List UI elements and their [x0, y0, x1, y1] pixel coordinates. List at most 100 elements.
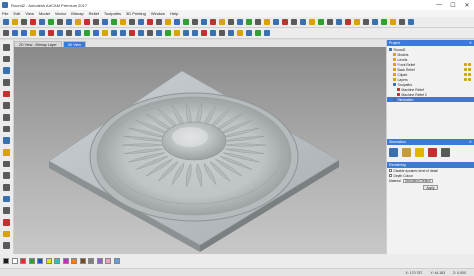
visibility-icon[interactable]: [464, 68, 472, 71]
main-tool-icon[interactable]: [102, 19, 108, 25]
relief-tool-icon[interactable]: [228, 30, 234, 36]
main-tool-icon[interactable]: [327, 19, 333, 25]
main-tool-icon[interactable]: [408, 19, 414, 25]
maximize-button[interactable]: ☐: [446, 0, 460, 10]
relief-tool-icon[interactable]: [264, 30, 270, 36]
main-tool-icon[interactable]: [354, 19, 360, 25]
color-swatch[interactable]: [3, 258, 9, 264]
minimize-button[interactable]: —: [432, 0, 446, 10]
main-tool-icon[interactable]: [57, 19, 63, 25]
drawing-tool-icon[interactable]: [3, 79, 10, 86]
main-tool-icon[interactable]: [255, 19, 261, 25]
color-swatch[interactable]: [62, 258, 69, 264]
main-tool-icon[interactable]: [219, 19, 225, 25]
relief-tool-icon[interactable]: [156, 30, 162, 36]
main-tool-icon[interactable]: [21, 19, 27, 25]
main-tool-icon[interactable]: [291, 19, 297, 25]
color-swatch[interactable]: [88, 258, 94, 264]
main-tool-icon[interactable]: [75, 19, 81, 25]
panel-close-icon[interactable]: ✕: [469, 41, 472, 45]
relief-tool-icon[interactable]: [102, 30, 108, 36]
drawing-tool-icon[interactable]: [3, 90, 10, 98]
main-tool-icon[interactable]: [66, 19, 72, 25]
menu-toolpaths[interactable]: Toolpaths: [104, 11, 121, 16]
color-swatch[interactable]: [20, 258, 26, 264]
relief-tool-icon[interactable]: [219, 30, 225, 36]
sim-material-icon[interactable]: [402, 148, 411, 157]
material-select[interactable]: Simulation Default: [402, 178, 433, 184]
main-tool-icon[interactable]: [237, 19, 243, 25]
sim-export-icon[interactable]: [441, 148, 450, 157]
sim-start-icon[interactable]: [389, 148, 398, 157]
relief-tool-icon[interactable]: [120, 30, 126, 36]
main-tool-icon[interactable]: [210, 19, 216, 25]
drawing-tool-icon[interactable]: [3, 137, 10, 145]
3d-viewport[interactable]: [14, 47, 386, 254]
color-swatch[interactable]: [37, 258, 43, 264]
drawing-tool-icon[interactable]: [3, 160, 10, 168]
color-swatch[interactable]: [79, 258, 86, 264]
lod-checkbox[interactable]: [389, 169, 392, 172]
drawing-tool-icon[interactable]: [3, 55, 10, 63]
menu-edit[interactable]: Edit: [13, 11, 20, 16]
panel-close-icon[interactable]: ✕: [469, 140, 472, 144]
menu-window[interactable]: Window: [151, 11, 165, 16]
main-tool-icon[interactable]: [381, 19, 387, 25]
main-tool-icon[interactable]: [309, 19, 315, 25]
drawing-tool-icon[interactable]: [3, 149, 10, 156]
drawing-tool-icon[interactable]: [3, 195, 10, 203]
main-tool-icon[interactable]: [300, 19, 306, 25]
main-tool-icon[interactable]: [372, 19, 378, 25]
relief-tool-icon[interactable]: [138, 30, 144, 36]
main-tool-icon[interactable]: [363, 19, 369, 25]
menu-vector[interactable]: Vector: [55, 11, 66, 16]
relief-tool-icon[interactable]: [57, 30, 63, 36]
drawing-tool-icon[interactable]: [3, 207, 10, 215]
relief-tool-icon[interactable]: [48, 30, 54, 36]
main-tool-icon[interactable]: [318, 19, 324, 25]
color-swatch[interactable]: [45, 258, 52, 264]
main-tool-icon[interactable]: [165, 19, 171, 25]
relief-tool-icon[interactable]: [12, 30, 18, 36]
color-swatch[interactable]: [54, 258, 60, 264]
relief-tool-icon[interactable]: [165, 30, 171, 36]
drawing-tool-icon[interactable]: [3, 102, 10, 110]
color-swatch[interactable]: [113, 258, 120, 264]
relief-tool-icon[interactable]: [183, 30, 189, 36]
main-tool-icon[interactable]: [390, 19, 396, 25]
main-tool-icon[interactable]: [246, 19, 252, 25]
main-tool-icon[interactable]: [48, 19, 54, 25]
relief-tool-icon[interactable]: [246, 30, 252, 36]
main-tool-icon[interactable]: [183, 19, 189, 25]
relief-tool-icon[interactable]: [30, 30, 36, 36]
menu-bitmap[interactable]: Bitmap: [71, 11, 83, 16]
main-tool-icon[interactable]: [39, 19, 45, 25]
menu-3d-printing[interactable]: 3D Printing: [126, 11, 146, 16]
relief-tool-icon[interactable]: [210, 30, 216, 36]
main-tool-icon[interactable]: [174, 19, 180, 25]
menu-view[interactable]: View: [25, 11, 34, 16]
main-tool-icon[interactable]: [30, 19, 36, 25]
main-tool-icon[interactable]: [120, 19, 126, 25]
main-tool-icon[interactable]: [336, 19, 342, 25]
color-swatch[interactable]: [28, 258, 35, 264]
drawing-tool-icon[interactable]: [3, 230, 10, 238]
relief-tool-icon[interactable]: [237, 30, 243, 36]
relief-tool-icon[interactable]: [84, 30, 90, 36]
menu-file[interactable]: File: [2, 11, 8, 16]
main-tool-icon[interactable]: [147, 19, 153, 25]
drawing-tool-icon[interactable]: [3, 172, 10, 180]
drawing-tool-icon[interactable]: [3, 125, 10, 133]
relief-tool-icon[interactable]: [93, 30, 99, 36]
relief-tool-icon[interactable]: [147, 30, 153, 36]
main-tool-icon[interactable]: [399, 19, 405, 25]
main-tool-icon[interactable]: [192, 19, 198, 25]
relief-tool-icon[interactable]: [111, 30, 117, 36]
drawing-tool-icon[interactable]: [3, 114, 10, 121]
main-tool-icon[interactable]: [264, 19, 270, 25]
menu-model[interactable]: Model: [39, 11, 50, 16]
sim-color-icon[interactable]: [428, 148, 437, 157]
depth-colour-checkbox[interactable]: [389, 174, 392, 177]
main-tool-icon[interactable]: [273, 19, 279, 25]
relief-tool-icon[interactable]: [174, 30, 180, 36]
